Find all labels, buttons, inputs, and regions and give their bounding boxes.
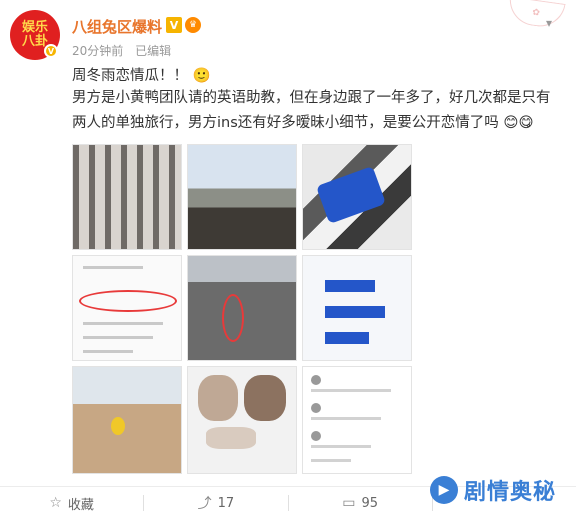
screenshot-line (83, 266, 143, 269)
photo-face (244, 375, 286, 421)
post-title-text: 周冬雨恋情瓜！！ (72, 68, 188, 84)
photo-thumbnail-1[interactable] (72, 144, 182, 250)
red-circle-mark (222, 294, 244, 342)
comment-avatar (311, 375, 321, 385)
post-text-body: 男方是小黄鸭团队请的英语助教，但在身边跟了一年多了，好几次都是只有两人的单独旅行… (72, 86, 564, 136)
screenshot-line (83, 322, 163, 325)
photo-thumbnail-9[interactable] (302, 366, 412, 474)
blue-mosaic (315, 165, 387, 225)
post-time[interactable]: 20分钟前 (72, 44, 123, 58)
photo-thumbnail-7[interactable] (72, 366, 182, 474)
edited-label: 已编辑 (135, 44, 172, 58)
doraemon-emoji-icon: 🙂 (192, 68, 211, 84)
photo-thumbnail-6[interactable] (302, 255, 412, 361)
repost-count: 17 (217, 495, 235, 511)
vip-badges: V ♛ (166, 17, 201, 33)
username[interactable]: 八组兔区爆料 (72, 16, 162, 37)
comment-line (311, 445, 371, 448)
screenshot-line (83, 336, 153, 339)
comment-icon: ▭ (342, 495, 356, 511)
comment-button[interactable]: ▭ 95 (289, 495, 432, 511)
chevron-down-icon[interactable]: ▾ (546, 16, 552, 30)
blue-redaction (325, 280, 375, 292)
blue-redaction (325, 306, 385, 318)
post-meta: 20分钟前 已编辑 (72, 42, 179, 59)
blush-emoji-icon: 😊😋 (503, 115, 534, 131)
photo-thumbnail-4[interactable] (72, 255, 182, 361)
verified-badge-icon: V (44, 44, 58, 58)
yellow-sticker (111, 417, 125, 435)
star-icon: ☆ (49, 495, 62, 511)
comment-line (311, 459, 351, 462)
comment-line (311, 417, 381, 420)
comment-line (311, 389, 391, 392)
screenshot-line (83, 350, 133, 353)
photo-thumbnail-2[interactable] (187, 144, 297, 250)
weibo-post-card: 娱乐 八卦 V 八组兔区爆料 V ♛ 20分钟前 已编辑 ✿ ▾ 周冬雨恋情瓜！… (0, 0, 576, 519)
image-grid (72, 144, 412, 474)
avatar-text-top: 娱乐 (21, 20, 48, 35)
watermark-text: 剧情奥秘 (464, 480, 557, 505)
verified-v-icon: V (166, 17, 182, 33)
comment-count: 95 (361, 495, 379, 511)
play-logo-icon: ▶ (430, 476, 458, 504)
repost-button[interactable]: ⤴ 17 (144, 493, 287, 513)
post-body-text: 男方是小黄鸭团队请的英语助教，但在身边跟了一年多了，好几次都是只有两人的单独旅行… (72, 90, 551, 131)
favorite-label: 收藏 (67, 497, 94, 513)
red-circle-mark (79, 290, 177, 312)
stamp-watermark: ✿ (506, 0, 566, 30)
site-watermark: ▶ 剧情奥秘 (430, 474, 556, 506)
photo-face (198, 375, 238, 421)
favorite-button[interactable]: ☆ 收藏 (0, 494, 143, 513)
photo-face (206, 427, 256, 449)
photo-thumbnail-8[interactable] (187, 366, 297, 474)
photo-thumbnail-5[interactable] (187, 255, 297, 361)
photo-thumbnail-3[interactable] (302, 144, 412, 250)
blue-redaction (325, 332, 369, 344)
comment-avatar (311, 431, 321, 441)
vip-crown-icon: ♛ (185, 17, 201, 33)
repost-icon: ⤴ (197, 496, 212, 512)
comment-avatar (311, 403, 321, 413)
